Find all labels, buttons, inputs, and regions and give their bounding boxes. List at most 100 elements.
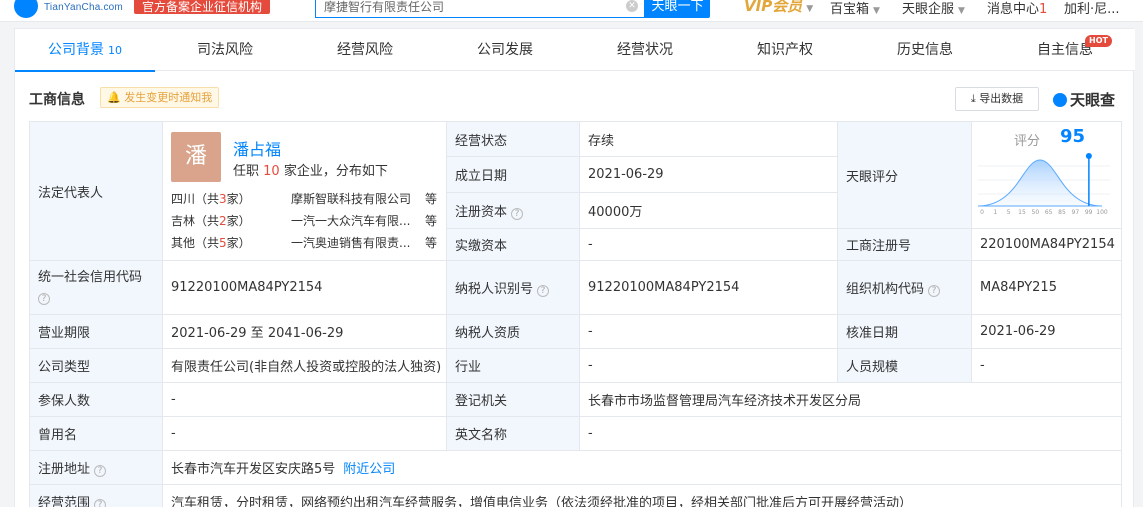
term-label: 营业期限 xyxy=(29,314,163,349)
help-icon[interactable]: ? xyxy=(511,207,524,220)
tab-bar: 公司背景 10 司法风险 经营风险 公司发展 经营状况 知识产权 历史信息 自主信… xyxy=(15,29,1135,72)
status-value: 存续 xyxy=(579,120,838,158)
nearby-companies-link[interactable]: 附近公司 xyxy=(343,462,395,477)
score-tick-label: 100 xyxy=(1096,209,1108,216)
former-name-label: 曾用名 xyxy=(29,416,163,451)
hot-badge: HOT xyxy=(1085,35,1112,47)
help-icon[interactable]: ? xyxy=(94,465,107,477)
company-type-label: 公司类型 xyxy=(29,348,163,383)
help-icon[interactable]: ? xyxy=(928,285,941,297)
tab-company-background[interactable]: 公司背景 10 xyxy=(15,29,155,72)
paid-capital-label: 实缴资本 xyxy=(446,228,580,261)
credit-code-label: 统一社会信用代码? xyxy=(29,260,163,315)
top-bar: TianYanCha.com 官方备案企业征信机构 摩捷智行有限责任公司 ✕ 天… xyxy=(0,0,1143,22)
insured-value: - xyxy=(162,382,447,417)
company-link[interactable]: 一汽一大众汽车有限... xyxy=(291,210,410,232)
more-link[interactable]: 等 xyxy=(425,210,437,232)
tab-operation-risk[interactable]: 经营风险 xyxy=(295,29,435,71)
export-label: 导出数据 xyxy=(979,92,1024,105)
vip-link[interactable]: VIP会员 ▼ xyxy=(744,0,813,16)
logo-text[interactable]: TianYanCha.com xyxy=(44,2,123,13)
insured-label: 参保人数 xyxy=(29,382,163,417)
address-label: 注册地址? xyxy=(29,450,163,485)
message-count-badge: 1 xyxy=(1039,2,1048,17)
tab-history-info[interactable]: 历史信息 xyxy=(855,29,995,71)
chevron-down-icon: ▼ xyxy=(806,4,814,14)
authority-value: 长春市市场监督管理局汽车经济技术开发区分局 xyxy=(579,382,1122,417)
score-curve xyxy=(978,159,1103,207)
more-link[interactable]: 等 xyxy=(425,188,437,210)
score-tick-label: 97 xyxy=(1072,209,1080,216)
avatar[interactable]: 潘 xyxy=(171,132,221,182)
tab-judicial-risk[interactable]: 司法风险 xyxy=(155,29,295,71)
nav-user-menu[interactable]: 加利·尼... xyxy=(1064,0,1120,17)
help-icon[interactable]: ? xyxy=(94,499,107,507)
tianyancha-brand: 天眼查 xyxy=(1053,89,1115,110)
bell-icon: 🔔 xyxy=(107,91,121,104)
score-label: 天眼评分 xyxy=(837,121,972,229)
staff-size-value: - xyxy=(971,348,1122,383)
search-button[interactable]: 天眼一下 xyxy=(645,0,710,18)
company-type-value: 有限责任公司(非自然人投资或控股的法人独资) xyxy=(162,348,447,383)
capital-label: 注册资本? xyxy=(446,191,580,230)
brand-logo-icon xyxy=(1053,93,1067,107)
legal-rep-summary: 任职 10 家企业，分布如下 xyxy=(233,164,388,179)
score-caption: 评分 xyxy=(1014,134,1041,149)
nav-toolbox[interactable]: 百宝箱 ▼ xyxy=(830,0,880,17)
company-link[interactable]: 一汽奥迪销售有限责... xyxy=(291,232,410,254)
approve-date-label: 核准日期 xyxy=(837,314,972,349)
region-row: 四川（共3家） 摩斯智联科技有限公司等 xyxy=(171,188,441,210)
score-cell[interactable]: 评分 95 0 1 5 15 50 65 85 97 99 100 xyxy=(971,121,1122,229)
former-name-value: - xyxy=(162,416,447,451)
score-marker-dot xyxy=(1085,153,1092,159)
score-tick-label: 1 xyxy=(993,209,997,216)
score-tick-label: 85 xyxy=(1058,209,1066,216)
score-tick-label: 99 xyxy=(1085,209,1093,216)
company-card: 公司背景 10 司法风险 经营风险 公司发展 经营状况 知识产权 历史信息 自主信… xyxy=(14,28,1135,507)
paid-capital-value: - xyxy=(579,228,838,261)
capital-value: 40000万 xyxy=(579,191,838,230)
tab-self-info[interactable]: 自主信息 xyxy=(995,29,1135,71)
company-link[interactable]: 摩斯智联科技有限公司 xyxy=(291,188,411,210)
credit-code-value: 91220100MA84PY2154 xyxy=(162,260,447,315)
approve-date-value: 2021-06-29 xyxy=(971,314,1122,349)
english-name-value: - xyxy=(579,416,1122,451)
export-data-button[interactable]: ⤓ 导出数据 xyxy=(955,87,1039,111)
help-icon[interactable]: ? xyxy=(38,292,50,305)
score-distribution-chart: 0 1 5 15 50 65 85 97 99 100 xyxy=(978,153,1110,216)
chevron-down-icon: ▼ xyxy=(958,6,965,16)
region-row: 其他（共5家） 一汽奥迪销售有限责... 等 xyxy=(171,232,441,254)
staff-size-label: 人员规模 xyxy=(837,348,972,383)
bizreg-value: 220100MA84PY2154 xyxy=(971,228,1122,261)
certification-badge: 官方备案企业征信机构 xyxy=(134,0,271,14)
help-icon[interactable]: ? xyxy=(537,285,550,297)
tax-qualification-value: - xyxy=(579,314,838,349)
founded-label: 成立日期 xyxy=(446,156,580,193)
nav-enterprise-service[interactable]: 天眼企服 ▼ xyxy=(902,0,965,17)
tab-count: 10 xyxy=(108,44,122,57)
legal-rep-name-link[interactable]: 潘占福 xyxy=(233,136,281,160)
score-tick-label: 0 xyxy=(980,209,984,216)
tab-operation-status[interactable]: 经营状况 xyxy=(575,29,715,71)
status-label: 经营状态 xyxy=(446,120,580,158)
org-code-label: 组织机构代码? xyxy=(837,260,972,315)
notify-change-button[interactable]: 🔔 发生变更时通知我 xyxy=(100,87,220,108)
score-tick-label: 15 xyxy=(1018,209,1026,216)
download-icon: ⤓ xyxy=(970,92,976,105)
clear-search-icon[interactable]: ✕ xyxy=(626,0,638,12)
english-name-label: 英文名称 xyxy=(446,416,580,451)
term-value: 2021-06-29 至 2041-06-29 xyxy=(162,314,447,349)
authority-label: 登记机关 xyxy=(446,382,580,417)
tianyancha-logo-icon[interactable] xyxy=(14,0,38,18)
org-code-value: MA84PY215 xyxy=(971,260,1122,315)
tab-intellectual-property[interactable]: 知识产权 xyxy=(715,29,855,71)
bizreg-label: 工商注册号 xyxy=(837,228,972,261)
scope-value: 汽车租赁，分时租赁，网络预约出租汽车经营服务，增值电信业务（依法须经批准的项目，… xyxy=(162,484,1122,507)
tab-company-development[interactable]: 公司发展 xyxy=(435,29,575,71)
nav-message-center[interactable]: 消息中心1 xyxy=(987,0,1047,17)
search-input[interactable]: 摩捷智行有限责任公司 xyxy=(315,0,645,18)
more-link[interactable]: 等 xyxy=(425,232,437,254)
brand-text: 天眼查 xyxy=(1070,91,1116,109)
score-tick-label: 5 xyxy=(1007,209,1011,216)
taxid-value: 91220100MA84PY2154 xyxy=(579,260,838,315)
